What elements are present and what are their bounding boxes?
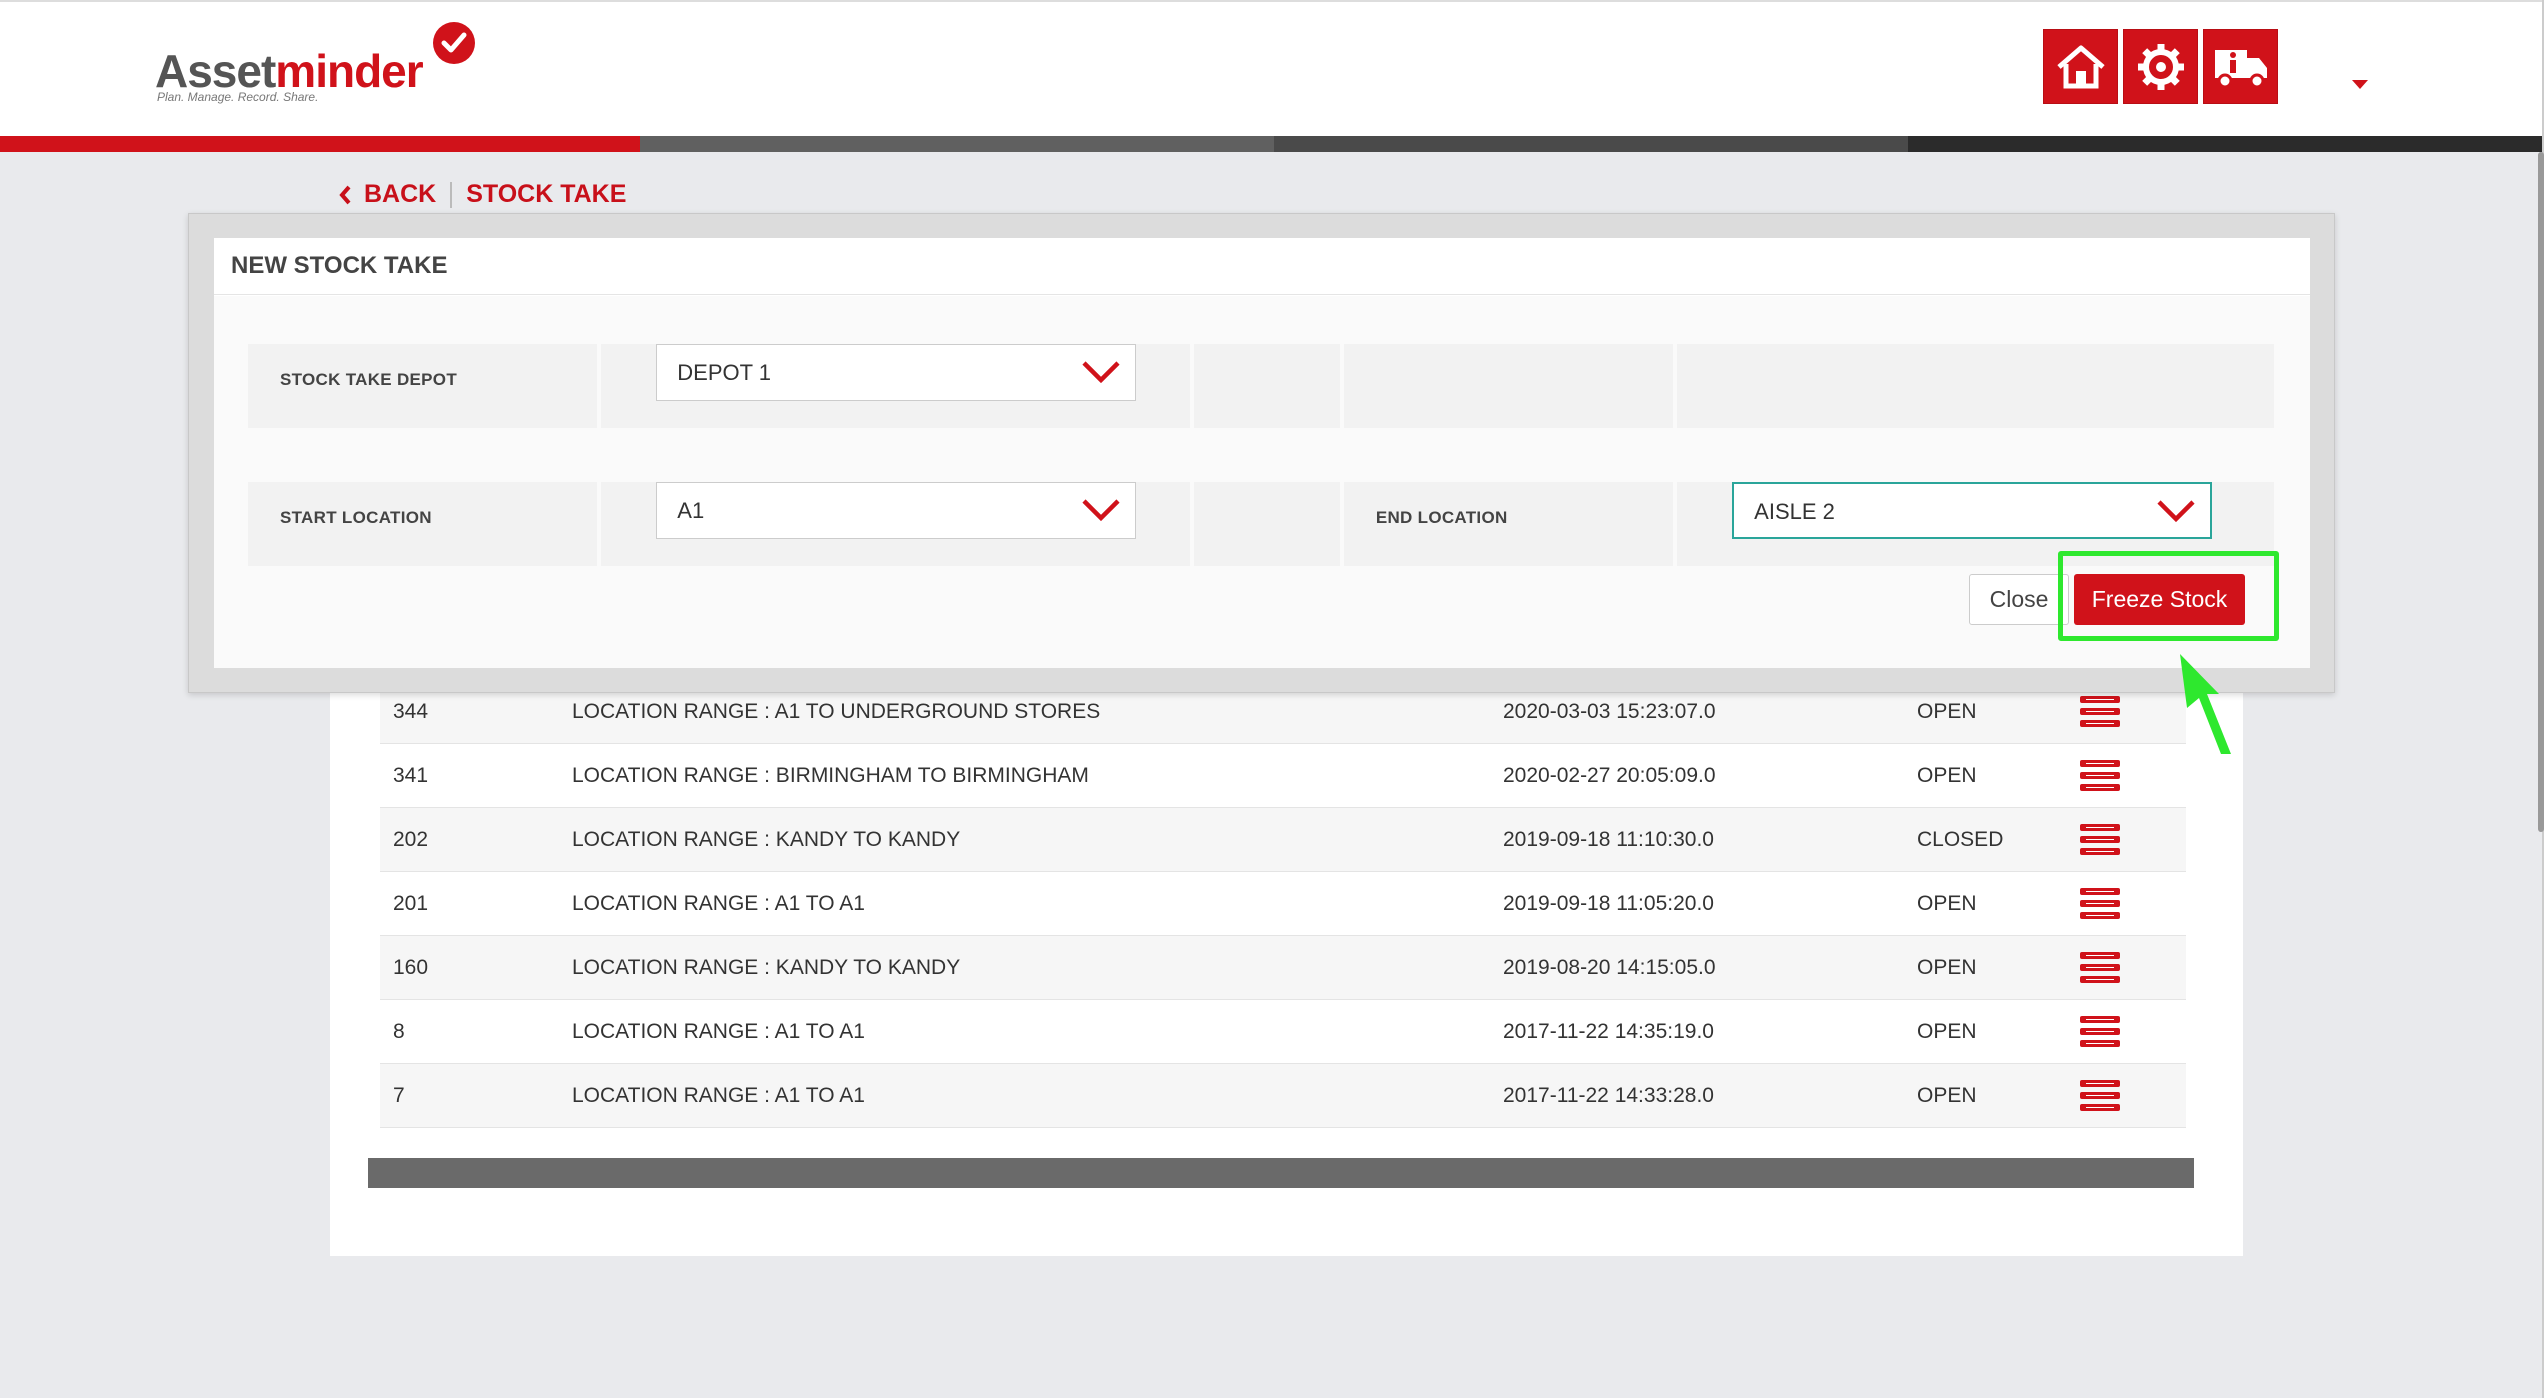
depot-label-cell: STOCK TAKE DEPOT (248, 344, 598, 428)
home-button[interactable] (2043, 29, 2118, 104)
location-row: START LOCATION A1 END LOCATION AISLE 2 (248, 482, 2274, 566)
cell-id: 341 (393, 763, 429, 787)
cell-action (2080, 951, 2186, 984)
cell-status: OPEN (1917, 891, 1977, 915)
settings-button[interactable] (2123, 29, 2198, 104)
table-row[interactable]: 8 LOCATION RANGE : A1 TO A1 2017-11-22 1… (380, 1000, 2186, 1064)
cell-description: LOCATION RANGE : KANDY TO KANDY (572, 955, 961, 979)
table-row[interactable]: 341 LOCATION RANGE : BIRMINGHAM TO BIRMI… (380, 744, 2186, 808)
end-location-select[interactable]: AISLE 2 (1732, 482, 2213, 539)
empty-label-cell (1343, 344, 1674, 428)
home-icon (2056, 45, 2105, 88)
cell-id: 8 (393, 1019, 405, 1043)
depot-select-value: DEPOT 1 (677, 360, 772, 385)
table-row[interactable]: 202 LOCATION RANGE : KANDY TO KANDY 2019… (380, 808, 2186, 872)
empty-field-cell (1677, 344, 2274, 428)
cell-status: OPEN (1917, 699, 1977, 723)
cell-status: OPEN (1917, 955, 1977, 979)
list-details-icon[interactable] (2080, 759, 2120, 792)
cell-description: LOCATION RANGE : A1 TO UNDERGROUND STORE… (572, 699, 1101, 723)
pointer-arrow-icon (2180, 654, 2231, 754)
settings-icon (2137, 43, 2184, 90)
cell-description: LOCATION RANGE : KANDY TO KANDY (572, 827, 961, 851)
cell-description: LOCATION RANGE : A1 TO A1 (572, 1083, 865, 1107)
list-details-icon[interactable] (2080, 695, 2120, 728)
end-location-label: END LOCATION (1375, 508, 1508, 527)
cell-date: 2017-11-22 14:33:28.0 (1503, 1083, 1714, 1107)
list-details-icon[interactable] (2080, 887, 2120, 920)
end-label-cell: END LOCATION (1343, 482, 1674, 566)
list-details-icon[interactable] (2080, 1079, 2120, 1112)
checkmark-icon (433, 22, 475, 64)
cell-id: 7 (393, 1083, 405, 1107)
table-row[interactable]: 201 LOCATION RANGE : A1 TO A1 2019-09-18… (380, 872, 2186, 936)
start-location-select[interactable]: A1 (656, 482, 1137, 539)
cell-date: 2019-09-18 11:10:30.0 (1503, 827, 1714, 851)
cell-date: 2020-02-27 20:05:09.0 (1503, 763, 1716, 787)
modal-title: NEW STOCK TAKE (231, 252, 448, 279)
breadcrumb-divider (450, 181, 453, 208)
spacer-cell (1194, 482, 1340, 566)
depot-row: STOCK TAKE DEPOT DEPOT 1 (248, 344, 2274, 428)
breadcrumb-current[interactable]: STOCK TAKE (466, 180, 626, 209)
table-row[interactable]: 7 LOCATION RANGE : A1 TO A1 2017-11-22 1… (380, 1064, 2186, 1128)
chevron-down-icon (2157, 500, 2195, 523)
list-details-icon[interactable] (2080, 951, 2120, 984)
end-location-value: AISLE 2 (1754, 499, 1835, 524)
cell-id: 344 (393, 699, 429, 723)
cell-id: 201 (393, 891, 429, 915)
truck-info-icon (2214, 49, 2267, 88)
depot-select[interactable]: DEPOT 1 (656, 344, 1137, 401)
cell-date: 2017-11-22 14:35:19.0 (1503, 1019, 1714, 1043)
app-header: Assetminder Plan. Manage. Record. Share. (0, 0, 2544, 136)
depot-label: STOCK TAKE DEPOT (280, 370, 458, 389)
cell-action (2080, 695, 2186, 728)
end-select-cell: AISLE 2 (1677, 482, 2274, 566)
page-scrollbar-thumb[interactable] (2538, 152, 2544, 832)
user-menu-caret-icon[interactable] (2352, 80, 2368, 89)
cell-action (2080, 887, 2186, 920)
modal-divider (214, 294, 2310, 295)
table-row[interactable]: 160 LOCATION RANGE : KANDY TO KANDY 2019… (380, 936, 2186, 1000)
freeze-stock-button[interactable]: Freeze Stock (2074, 574, 2245, 625)
chevron-down-icon (1082, 361, 1120, 384)
list-details-icon[interactable] (2080, 1015, 2120, 1048)
logo-tagline: Plan. Manage. Record. Share. (157, 90, 319, 104)
assetminder-logo[interactable]: Assetminder Plan. Manage. Record. Share. (155, 22, 485, 112)
cell-status: OPEN (1917, 1083, 1977, 1107)
cell-description: LOCATION RANGE : A1 TO A1 (572, 1019, 865, 1043)
cell-action (2080, 759, 2186, 792)
stock-take-table: 344 LOCATION RANGE : A1 TO UNDERGROUND S… (380, 680, 2186, 1128)
table-horizontal-scrollbar[interactable] (368, 1158, 2194, 1188)
start-location-value: A1 (677, 498, 705, 523)
cell-date: 2020-03-03 15:23:07.0 (1503, 699, 1716, 723)
cell-description: LOCATION RANGE : A1 TO A1 (572, 891, 865, 915)
back-label: BACK (364, 180, 437, 208)
start-select-cell: A1 (601, 482, 1191, 566)
cell-action (2080, 823, 2186, 856)
chevron-left-icon (339, 185, 351, 204)
cell-date: 2019-08-20 14:15:05.0 (1503, 955, 1716, 979)
cell-description: LOCATION RANGE : BIRMINGHAM TO BIRMINGHA… (572, 763, 1089, 787)
cell-id: 202 (393, 827, 429, 851)
spacer-cell (1194, 344, 1340, 428)
list-details-icon[interactable] (2080, 823, 2120, 856)
truck-info-button[interactable] (2203, 29, 2278, 104)
start-location-label: START LOCATION (280, 508, 432, 527)
header-toolbar (2043, 29, 2278, 104)
cell-action (2080, 1079, 2186, 1112)
depot-select-cell: DEPOT 1 (601, 344, 1191, 428)
start-label-cell: START LOCATION (248, 482, 598, 566)
cell-status: OPEN (1917, 763, 1977, 787)
cell-status: CLOSED (1917, 827, 2004, 851)
back-link[interactable]: BACK (338, 180, 436, 209)
cell-action (2080, 1015, 2186, 1048)
cell-status: OPEN (1917, 1019, 1977, 1043)
header-color-bar (0, 136, 2544, 152)
cell-id: 160 (393, 955, 429, 979)
breadcrumb: BACK STOCK TAKE (338, 180, 626, 209)
close-button[interactable]: Close (1969, 574, 2069, 625)
cell-date: 2019-09-18 11:05:20.0 (1503, 891, 1714, 915)
chevron-down-icon (1082, 499, 1120, 522)
